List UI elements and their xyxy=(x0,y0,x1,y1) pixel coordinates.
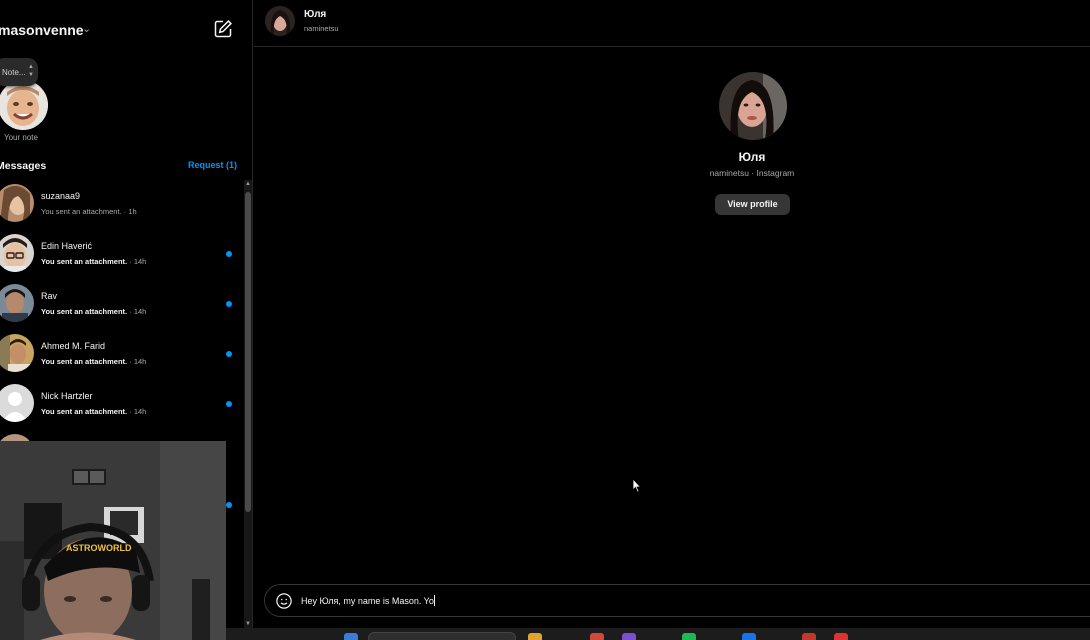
list-item[interactable]: Nick Hartzler You sent an attachment. · … xyxy=(0,380,242,430)
your-note[interactable]: Note... ▲ ▼ Your note xyxy=(0,56,60,146)
message-input[interactable]: Hey Юля, my name is Mason. Yo xyxy=(301,595,435,606)
conversation-name: Nick Hartzler xyxy=(41,391,93,401)
messages-heading: Messages xyxy=(0,160,47,172)
note-bubble[interactable]: Note... ▲ ▼ xyxy=(0,58,38,86)
avatar[interactable] xyxy=(265,6,295,36)
scroll-down-icon[interactable]: ▼ xyxy=(244,620,252,628)
avatar xyxy=(0,284,34,322)
taskbar-search[interactable] xyxy=(368,632,516,640)
view-profile-button[interactable]: View profile xyxy=(715,194,790,215)
list-item[interactable]: Ahmed M. Farid You sent an attachment. ·… xyxy=(0,330,242,380)
new-message-icon[interactable] xyxy=(213,19,233,39)
conversation-preview: You sent an attachment. · 14h xyxy=(41,307,147,316)
chat-contact-name[interactable]: Юля xyxy=(304,9,326,20)
conversation-name: Rav xyxy=(41,291,58,301)
avatar xyxy=(0,184,34,222)
app-icon[interactable] xyxy=(622,633,636,640)
chat-contact-handle: naminetsu xyxy=(304,24,339,33)
list-item[interactable]: Edin Haverić You sent an attachment. · 1… xyxy=(0,230,242,280)
unread-indicator xyxy=(226,251,232,257)
app-icon[interactable] xyxy=(590,633,604,640)
profile-name: Юля xyxy=(738,150,766,164)
app-icon[interactable] xyxy=(802,633,816,640)
emoji-icon[interactable] xyxy=(275,592,293,610)
conversation-preview: You sent an attachment. · 14h xyxy=(41,357,147,366)
your-note-caption: Your note xyxy=(4,133,38,142)
folder-icon[interactable] xyxy=(528,633,542,640)
app-icon[interactable] xyxy=(742,633,756,640)
scrollbar-thumb[interactable] xyxy=(245,192,251,512)
unread-indicator xyxy=(226,502,232,508)
conversation-preview: You sent an attachment. · 14h xyxy=(41,257,147,266)
conversation-preview: You sent an attachment. · 1h xyxy=(41,207,137,216)
list-item[interactable]: suzanaa9 You sent an attachment. · 1h xyxy=(0,180,242,230)
start-icon[interactable] xyxy=(344,633,358,640)
taskbar xyxy=(226,628,1090,640)
cap-text: ASTROWORLD xyxy=(66,543,132,553)
app-icon[interactable] xyxy=(682,633,696,640)
conversation-preview: You sent an attachment. · 14h xyxy=(41,407,147,416)
requests-link[interactable]: Request (1) xyxy=(188,160,237,170)
chevron-down-icon[interactable]: ⌄ xyxy=(82,22,91,35)
scroll-up-icon[interactable]: ▲ xyxy=(244,180,252,188)
webcam-feed: ASTROWORLD xyxy=(0,441,226,640)
chat-panel: Юля naminetsu Юля naminetsu · Instagram … xyxy=(254,0,1090,628)
account-switcher[interactable]: masonvenne xyxy=(0,22,84,38)
app-icon[interactable] xyxy=(834,633,848,640)
webcam-overlay: ASTROWORLD xyxy=(0,441,226,640)
sidebar-header: masonvenne ⌄ xyxy=(0,14,252,46)
list-item[interactable]: Rav You sent an attachment. · 14h xyxy=(0,280,242,330)
chat-header: Юля naminetsu xyxy=(254,0,1090,47)
stepper-arrows-icon: ▲ ▼ xyxy=(28,64,34,78)
avatar xyxy=(0,334,34,372)
conversation-name: Ahmed M. Farid xyxy=(41,341,106,351)
mouse-pointer-icon xyxy=(632,478,642,493)
avatar[interactable] xyxy=(0,80,48,130)
conversation-name: suzanaa9 xyxy=(41,191,81,201)
avatar xyxy=(0,384,34,422)
sidebar-scrollbar[interactable]: ▲ ▼ xyxy=(244,180,252,628)
note-bubble-text: Note... xyxy=(2,67,26,77)
profile-subtitle: naminetsu · Instagram xyxy=(709,168,795,178)
unread-indicator xyxy=(226,301,232,307)
conversation-name: Edin Haverić xyxy=(41,241,93,251)
text-caret xyxy=(433,595,435,606)
profile-card: Юля naminetsu · Instagram View profile xyxy=(254,70,1090,230)
message-composer[interactable]: Hey Юля, my name is Mason. Yo xyxy=(264,584,1090,617)
avatar xyxy=(0,234,34,272)
avatar[interactable] xyxy=(719,72,787,140)
unread-indicator xyxy=(226,351,232,357)
unread-indicator xyxy=(226,401,232,407)
